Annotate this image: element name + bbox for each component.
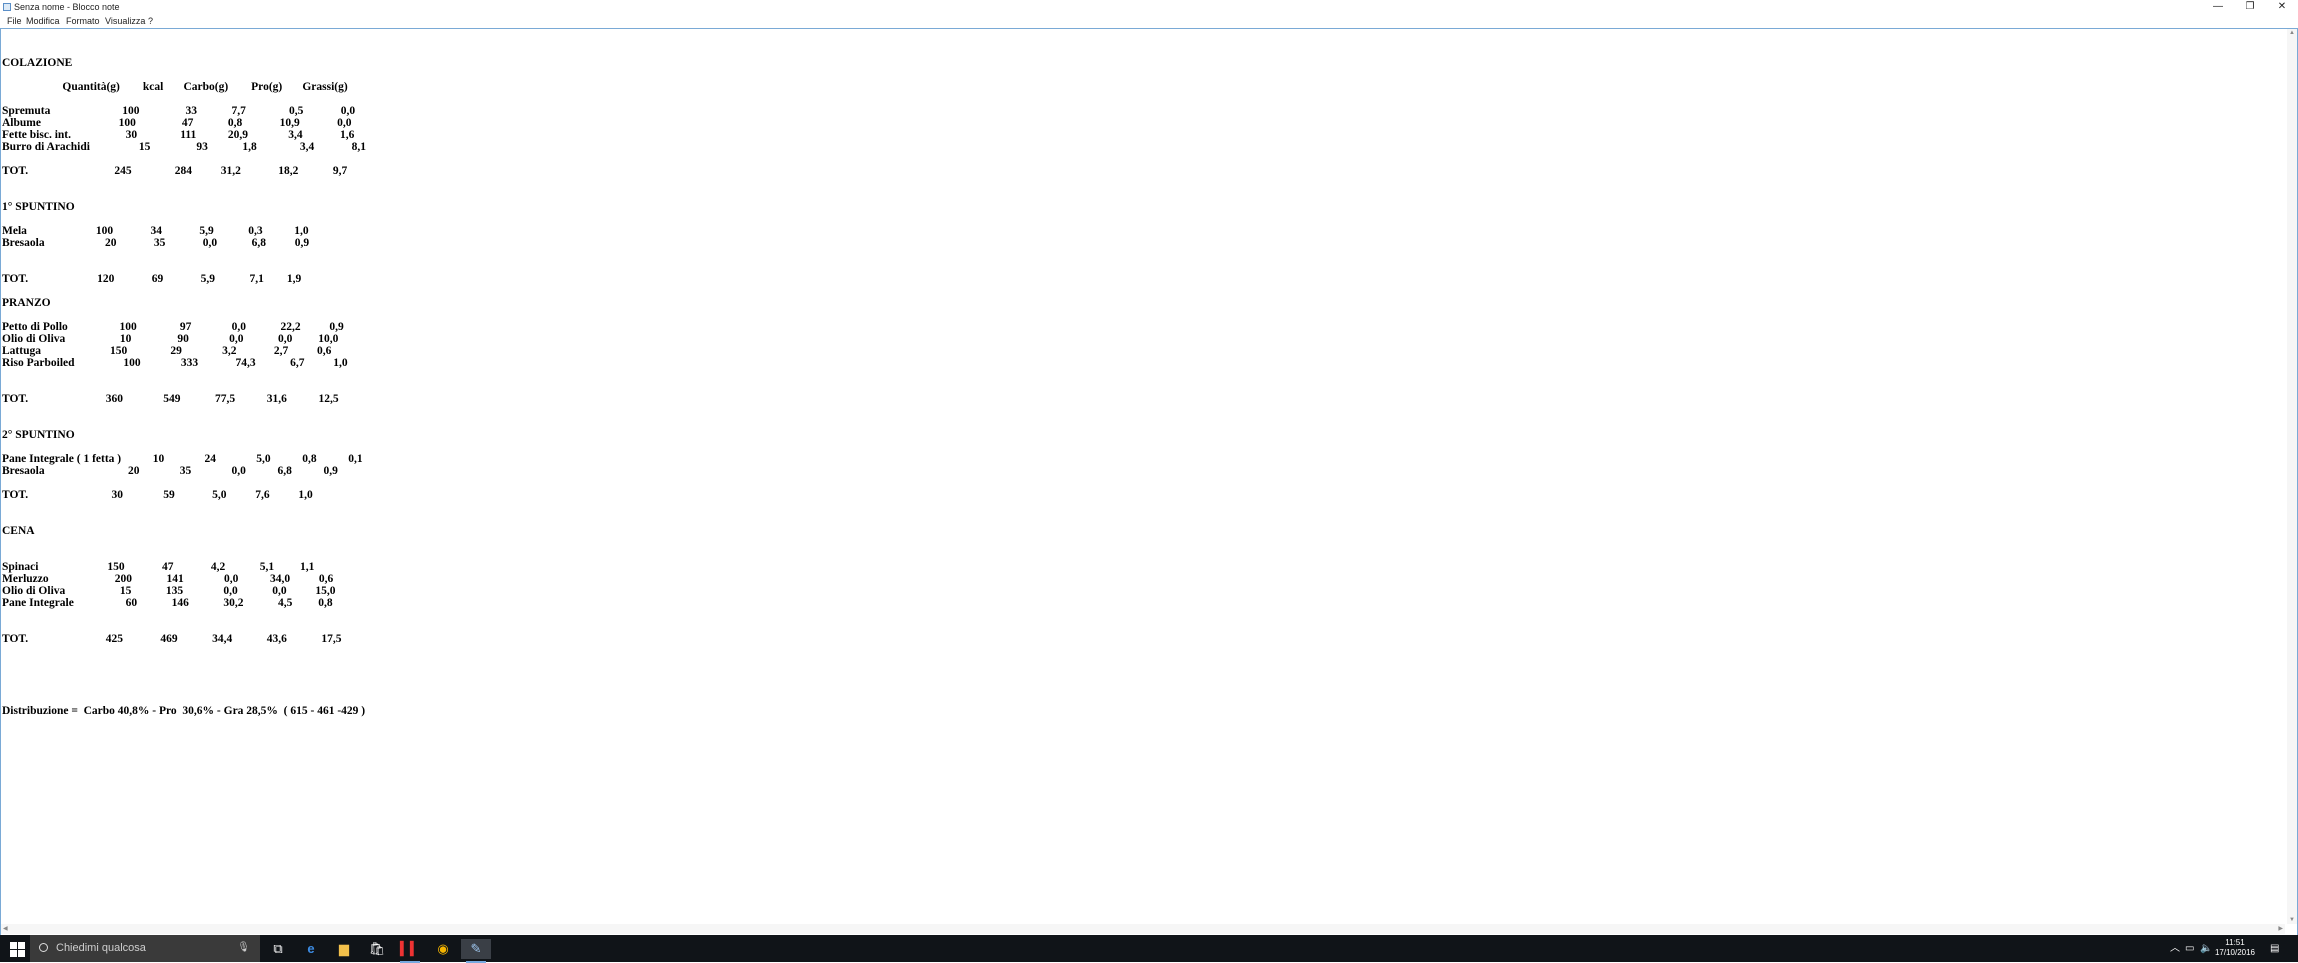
network-icon[interactable]: ▭ bbox=[2185, 935, 2194, 962]
text-line[interactable] bbox=[2, 405, 366, 417]
microphone-icon[interactable]: 🎙 bbox=[237, 942, 250, 953]
menu-modifica[interactable]: Modifica bbox=[26, 15, 60, 27]
text-line[interactable]: Olio di Oliva 10 90 0,0 0,0 10,0 bbox=[2, 333, 366, 345]
horizontal-scrollbar[interactable]: ◀ ▶ bbox=[1, 924, 2285, 934]
scroll-up-icon[interactable]: ▲ bbox=[2289, 30, 2295, 36]
text-line[interactable]: Fette bisc. int. 30 111 20,9 3,4 1,6 bbox=[2, 129, 366, 141]
text-line[interactable]: Pane Integrale 60 146 30,2 4,5 0,8 bbox=[2, 597, 366, 609]
store-icon[interactable]: 🛍 bbox=[362, 939, 392, 959]
text-line[interactable]: Merluzzo 200 141 0,0 34,0 0,6 bbox=[2, 573, 366, 585]
vertical-scrollbar[interactable]: ▲ ▼ bbox=[2287, 29, 2297, 924]
text-line[interactable] bbox=[2, 549, 366, 561]
text-line[interactable] bbox=[2, 189, 366, 201]
title-bar: Senza nome - Blocco note — ❐ ✕ bbox=[0, 0, 2298, 14]
text-line[interactable] bbox=[2, 261, 366, 273]
menu-bar: File Modifica Formato Visualizza ? bbox=[0, 14, 2298, 28]
text-line[interactable] bbox=[2, 69, 366, 81]
text-line[interactable]: TOT. 245 284 31,2 18,2 9,7 bbox=[2, 165, 366, 177]
text-line[interactable]: Mela 100 34 5,9 0,3 1,0 bbox=[2, 225, 366, 237]
text-line[interactable] bbox=[2, 669, 366, 681]
text-line[interactable] bbox=[2, 33, 366, 45]
text-line[interactable]: 1° SPUNTINO bbox=[2, 201, 366, 213]
menu-visualizza[interactable]: Visualizza bbox=[105, 15, 145, 27]
scroll-down-icon[interactable]: ▼ bbox=[2289, 917, 2295, 923]
text-line[interactable]: Burro di Arachidi 15 93 1,8 3,4 8,1 bbox=[2, 141, 366, 153]
search-box[interactable]: Chiedimi qualcosa 🎙 bbox=[30, 935, 260, 962]
window-title: Senza nome - Blocco note bbox=[14, 2, 120, 12]
text-line[interactable] bbox=[2, 681, 366, 693]
text-line[interactable] bbox=[2, 441, 366, 453]
edge-icon[interactable]: e bbox=[296, 939, 326, 959]
search-placeholder: Chiedimi qualcosa bbox=[56, 942, 146, 954]
text-line[interactable] bbox=[2, 153, 366, 165]
text-line[interactable]: COLAZIONE bbox=[2, 57, 366, 69]
text-line[interactable] bbox=[2, 213, 366, 225]
menu-formato[interactable]: Formato bbox=[66, 15, 100, 27]
text-line[interactable]: CENA bbox=[2, 525, 366, 537]
text-line[interactable]: TOT. 30 59 5,0 7,6 1,0 bbox=[2, 489, 366, 501]
notifications-icon[interactable]: ▤ bbox=[2270, 935, 2279, 962]
text-line[interactable]: Albume 100 47 0,8 10,9 0,0 bbox=[2, 117, 366, 129]
text-line[interactable] bbox=[2, 381, 366, 393]
windows-logo-icon bbox=[10, 942, 17, 949]
text-line[interactable]: 2° SPUNTINO bbox=[2, 429, 366, 441]
task-view-icon[interactable]: ⧉ bbox=[263, 939, 293, 959]
clock[interactable]: 11:51 17/10/2016 bbox=[2210, 938, 2260, 958]
text-line[interactable]: Spinaci 150 47 4,2 5,1 1,1 bbox=[2, 561, 366, 573]
text-line[interactable]: Bresaola 20 35 0,0 6,8 0,9 bbox=[2, 465, 366, 477]
text-line[interactable] bbox=[2, 309, 366, 321]
text-line[interactable]: Spremuta 100 33 7,7 0,5 0,0 bbox=[2, 105, 366, 117]
text-line[interactable] bbox=[2, 609, 366, 621]
scroll-right-icon[interactable]: ▶ bbox=[2278, 925, 2283, 932]
app-icon[interactable]: ▍▍ bbox=[395, 939, 425, 963]
text-line[interactable]: Riso Parboiled 100 333 74,3 6,7 1,0 bbox=[2, 357, 366, 369]
scroll-left-icon[interactable]: ◀ bbox=[3, 925, 8, 932]
text-line[interactable] bbox=[2, 417, 366, 429]
text-line[interactable]: Bresaola 20 35 0,0 6,8 0,9 bbox=[2, 237, 366, 249]
chevron-up-icon[interactable]: ︿ bbox=[2170, 935, 2180, 962]
text-line[interactable] bbox=[2, 249, 366, 261]
text-line[interactable]: TOT. 425 469 34,4 43,6 17,5 bbox=[2, 633, 366, 645]
text-line[interactable]: Olio di Oliva 15 135 0,0 0,0 15,0 bbox=[2, 585, 366, 597]
text-line[interactable]: TOT. 120 69 5,9 7,1 1,9 bbox=[2, 273, 366, 285]
text-line[interactable]: PRANZO bbox=[2, 297, 366, 309]
menu-help[interactable]: ? bbox=[148, 15, 153, 27]
text-line[interactable]: Quantità(g) kcal Carbo(g) Pro(g) Grassi(… bbox=[2, 81, 366, 93]
text-line[interactable] bbox=[2, 369, 366, 381]
file-explorer-icon[interactable]: ▆ bbox=[329, 939, 359, 959]
text-line[interactable]: Distribuzione = Carbo 40,8% - Pro 30,6% … bbox=[2, 705, 366, 717]
text-line[interactable] bbox=[2, 657, 366, 669]
text-line[interactable] bbox=[2, 693, 366, 705]
text-line[interactable] bbox=[2, 645, 366, 657]
text-line[interactable] bbox=[2, 45, 366, 57]
text-line[interactable] bbox=[2, 93, 366, 105]
text-line[interactable] bbox=[2, 285, 366, 297]
start-button[interactable] bbox=[0, 935, 30, 962]
close-button[interactable]: ✕ bbox=[2260, 0, 2298, 14]
taskbar: Chiedimi qualcosa 🎙 ⧉ e ▆ 🛍 ▍▍ ◉ ✎ ︿ ▭ 🔈… bbox=[0, 935, 2298, 963]
text-line[interactable]: Lattuga 150 29 3,2 2,7 0,6 bbox=[2, 345, 366, 357]
text-line[interactable] bbox=[2, 621, 366, 633]
text-line[interactable]: TOT. 360 549 77,5 31,6 12,5 bbox=[2, 393, 366, 405]
chrome-icon[interactable]: ◉ bbox=[428, 939, 458, 959]
cortana-icon bbox=[39, 943, 48, 952]
notepad-icon[interactable]: ✎ bbox=[461, 939, 491, 963]
clock-date: 17/10/2016 bbox=[2214, 948, 2256, 957]
menu-file[interactable]: File bbox=[7, 15, 22, 27]
text-line[interactable] bbox=[2, 177, 366, 189]
text-line[interactable] bbox=[2, 513, 366, 525]
text-line[interactable] bbox=[2, 477, 366, 489]
text-line[interactable]: Petto di Pollo 100 97 0,0 22,2 0,9 bbox=[2, 321, 366, 333]
notepad-app-icon bbox=[3, 3, 11, 11]
clock-time: 11:51 bbox=[2225, 938, 2245, 947]
text-line[interactable] bbox=[2, 537, 366, 549]
text-line[interactable] bbox=[2, 501, 366, 513]
text-line[interactable]: Pane Integrale ( 1 fetta ) 10 24 5,0 0,8… bbox=[2, 453, 366, 465]
document-text[interactable]: COLAZIONE Quantità(g) kcal Carbo(g) Pro(… bbox=[2, 33, 366, 717]
